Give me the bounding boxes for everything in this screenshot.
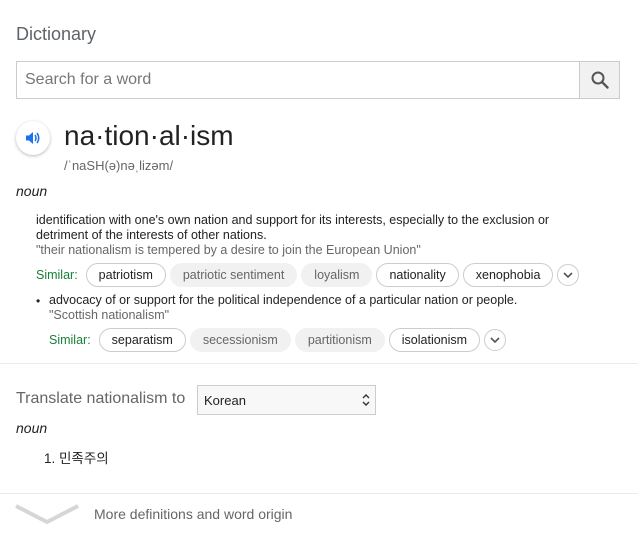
bullet-marker: • xyxy=(36,294,41,308)
search-bar xyxy=(16,61,620,99)
phonetic-transcription: /ˈnaSH(ə)nəˌlizəm/ xyxy=(64,158,174,173)
similar-chip[interactable]: partitionism xyxy=(294,328,385,352)
more-definitions-link[interactable]: More definitions and word origin xyxy=(94,506,292,522)
similar-row-2: Similar: separatism secessionism partiti… xyxy=(49,328,507,352)
similar-chip[interactable]: xenophobia xyxy=(462,263,554,287)
definition-2: advocacy of or support for the political… xyxy=(49,293,609,323)
similar-chip[interactable]: nationality xyxy=(376,263,459,287)
translation-item: 1. 민족주의 xyxy=(44,451,109,466)
similar-label: Similar: xyxy=(49,333,91,347)
translation-part-of-speech: noun xyxy=(16,420,48,436)
similar-chip[interactable]: patriotic sentiment xyxy=(169,263,298,287)
search-input[interactable] xyxy=(17,62,581,98)
expand-similar-button[interactable] xyxy=(484,329,507,351)
language-select[interactable]: Korean xyxy=(197,385,376,415)
definition-1: identification with one's own nation and… xyxy=(36,213,596,258)
similar-label: Similar: xyxy=(36,268,78,282)
expand-similar-button[interactable] xyxy=(557,264,580,286)
definition-text: identification with one's own nation and… xyxy=(36,213,550,242)
search-button[interactable] xyxy=(579,62,619,98)
part-of-speech: noun xyxy=(16,183,48,199)
definition-text: advocacy of or support for the political… xyxy=(49,293,518,307)
headword: na·tion·al·ism xyxy=(64,120,234,151)
definition-example: "Scottish nationalism" xyxy=(49,308,170,322)
similar-chip[interactable]: loyalism xyxy=(301,263,373,287)
translate-label: Translate nationalism to xyxy=(16,390,186,407)
similar-row-1: Similar: patriotism patriotic sentiment … xyxy=(36,263,580,287)
language-select-value: Korean xyxy=(204,392,246,408)
definition-example: "their nationalism is tempered by a desi… xyxy=(36,243,421,257)
similar-chip[interactable]: separatism xyxy=(98,328,186,352)
footer-divider xyxy=(0,493,638,494)
select-arrows-icon xyxy=(362,394,370,406)
speaker-icon xyxy=(26,132,40,144)
chevron-down-icon xyxy=(563,271,573,278)
expand-chevron-icon[interactable] xyxy=(14,500,80,524)
similar-chip[interactable]: secessionism xyxy=(189,328,291,352)
pronunciation-audio-button[interactable] xyxy=(16,121,50,155)
search-icon xyxy=(591,71,609,89)
dictionary-card: Dictionary na·tion·al·ism /ˈnaSH(ə)nəˌli… xyxy=(0,0,638,534)
section-divider xyxy=(0,363,638,364)
similar-chip[interactable]: patriotism xyxy=(85,263,166,287)
similar-chip[interactable]: isolationism xyxy=(388,328,481,352)
chevron-down-icon xyxy=(490,336,500,343)
card-title: Dictionary xyxy=(16,24,97,44)
